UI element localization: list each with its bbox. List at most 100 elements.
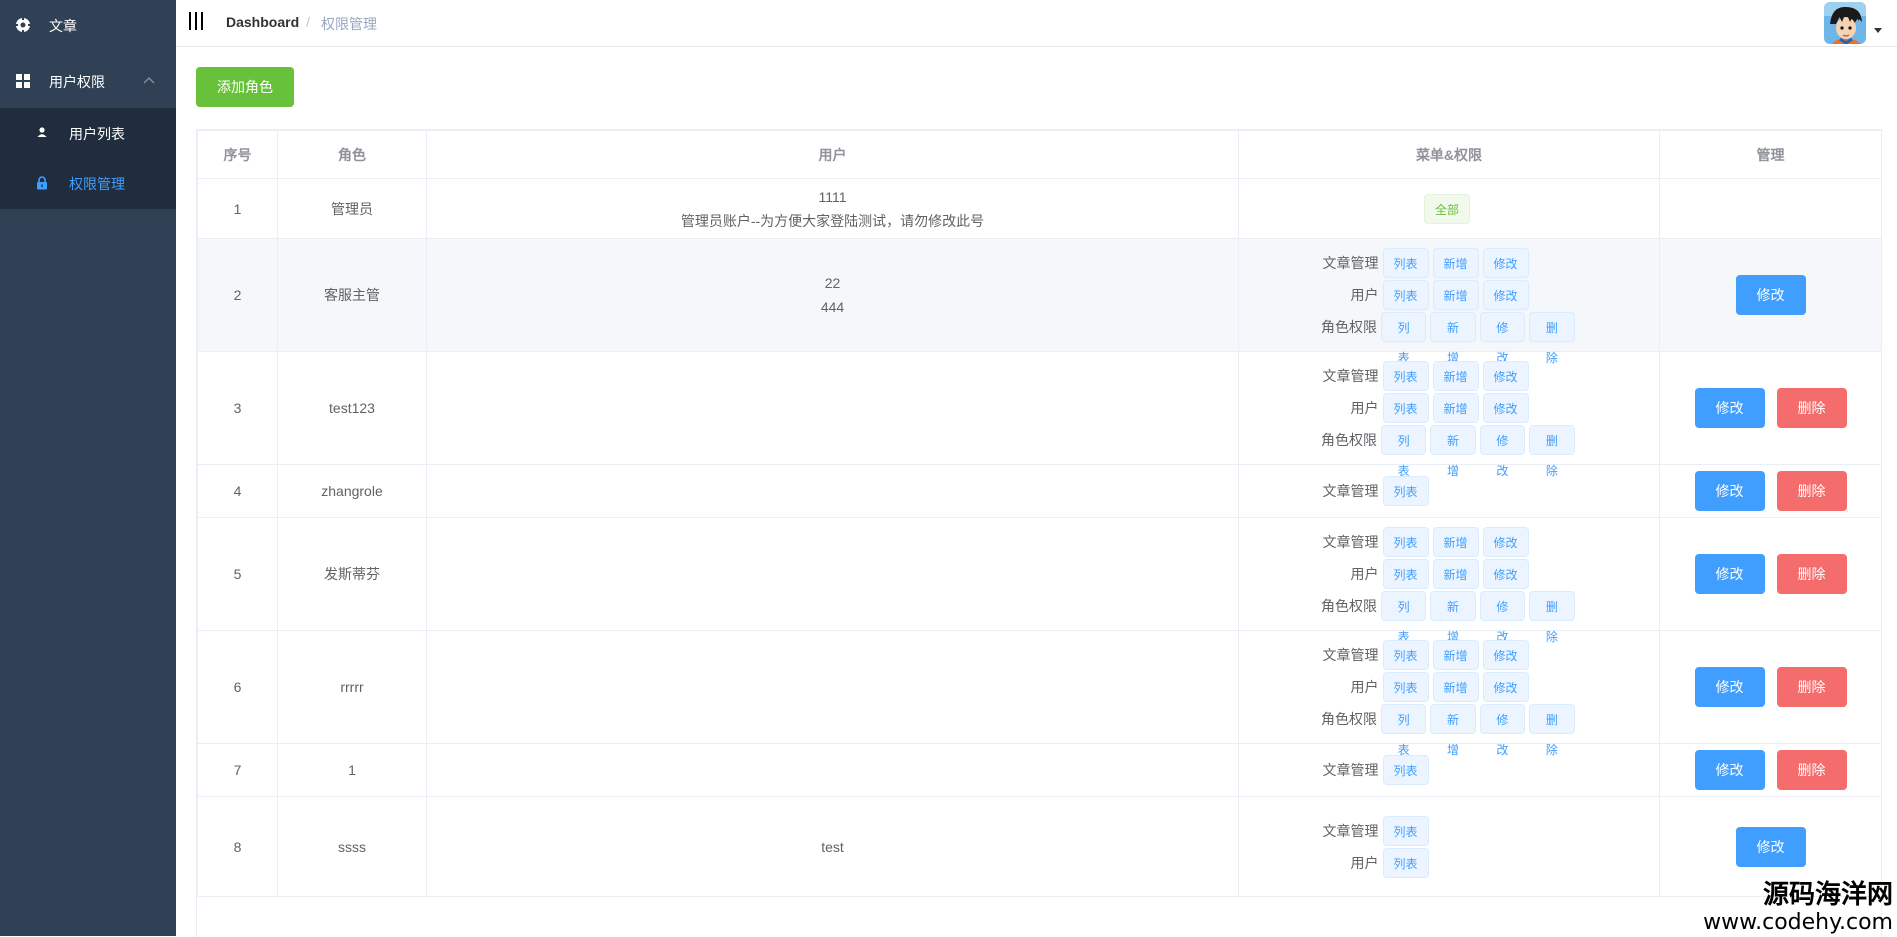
permission-menu-label: 用户 xyxy=(1350,854,1379,871)
row-actions: 修改 删除 xyxy=(1659,743,1881,797)
permission-line: 文章管理 列表 xyxy=(1239,815,1659,847)
row-index: 6 xyxy=(197,630,278,744)
permission-tag: 新增 xyxy=(1432,640,1479,670)
column-header: 用户 xyxy=(426,130,1239,179)
delete-button[interactable]: 删除 xyxy=(1776,471,1847,511)
permission-tag: 列表 xyxy=(1380,425,1427,478)
edit-button[interactable]: 修改 xyxy=(1694,750,1765,790)
permission-menu-label: 角色权限 xyxy=(1320,711,1377,727)
permission-tag: 修改 xyxy=(1482,559,1529,589)
permission-menu-label: 角色权限 xyxy=(1320,432,1377,448)
permission-tag: 新增 xyxy=(1430,704,1476,757)
permission-menu-label: 文章管理 xyxy=(1322,534,1379,550)
sidebar-item-user-permissions[interactable]: 用户权限 xyxy=(0,56,176,106)
permission-menu-label: 用户 xyxy=(1350,287,1379,303)
permission-tag: 修改 xyxy=(1479,591,1526,644)
row-index: 7 xyxy=(197,743,278,797)
permission-line: 角色权限 列表 新增 修改 删除 xyxy=(1239,703,1659,757)
breadcrumb-current: 权限管理 xyxy=(321,16,377,32)
permission-tag: 新增 xyxy=(1430,591,1476,644)
row-actions: 修改 xyxy=(1659,238,1881,352)
permission-tag: 列表 xyxy=(1382,280,1429,310)
table-body: 1 管理员 1111 管理员账户--为方便大家登陆测试，请勿修改此号 全部 2 客服主管 22… xyxy=(197,178,1881,897)
row-users: test xyxy=(426,796,1239,897)
permission-tag: 列表 xyxy=(1382,393,1429,423)
permission-tag: 列表 xyxy=(1380,312,1427,365)
user-icon xyxy=(36,126,48,140)
table-row: 7 1 文章管理 列表 修改 删除 xyxy=(197,743,1881,797)
row-role: rrrrr xyxy=(277,630,427,744)
sidebar-item-label: 用户列表 xyxy=(69,126,125,142)
permission-tag: 修改 xyxy=(1482,280,1529,310)
table-header-row: 序号 角色 用户 菜单&权限 管理 xyxy=(197,130,1881,179)
row-permissions: 文章管理 列表 新增 修改 用户 列表 新增 修改 角色权限 列表 新增 修改 删除 xyxy=(1238,630,1660,757)
add-role-button[interactable]: 添加角色 xyxy=(196,67,294,107)
permission-line: 角色权限 列表 新增 修改 删除 xyxy=(1239,424,1659,478)
edit-button[interactable]: 修改 xyxy=(1694,667,1765,707)
table-row: 5 发斯蒂芬 文章管理 列表 新增 修改 用户 列表 新增 修改 角色权限 列表 新增 修改 删除 修改 删除 xyxy=(197,517,1881,644)
delete-button[interactable]: 删除 xyxy=(1776,667,1847,707)
delete-button[interactable]: 删除 xyxy=(1776,554,1847,594)
permission-line: 文章管理 列表 新增 修改 xyxy=(1239,526,1659,558)
navbar: Dashboard / 权限管理 xyxy=(176,0,1897,47)
permission-tag: 新增 xyxy=(1430,425,1476,478)
breadcrumb-separator: / xyxy=(306,14,310,30)
row-index: 5 xyxy=(197,517,278,631)
column-header: 角色 xyxy=(277,130,427,179)
grid-icon xyxy=(15,73,31,89)
permission-menu-label: 文章管理 xyxy=(1322,762,1379,778)
edit-button[interactable]: 修改 xyxy=(1694,388,1765,428)
row-actions: 修改 删除 xyxy=(1659,517,1881,631)
sidebar-item-user-list[interactable]: 用户列表 xyxy=(0,108,176,158)
permission-menu-label: 角色权限 xyxy=(1320,319,1377,335)
roles-table: 序号 角色 用户 菜单&权限 管理 1 管理员 1111 管理员账户--为方便大家登陆… xyxy=(196,129,1882,937)
table-row: 1 管理员 1111 管理员账户--为方便大家登陆测试，请勿修改此号 全部 xyxy=(197,178,1881,239)
row-permissions: 文章管理 列表用户 列表 xyxy=(1238,796,1660,897)
row-permissions: 全部 xyxy=(1238,178,1660,239)
permission-tag: 列表 xyxy=(1382,847,1429,878)
row-permissions: 文章管理 列表 新增 修改 用户 列表 新增 修改 角色权限 列表 新增 修改 删除 xyxy=(1238,351,1660,478)
sidebar-item-label: 文章 xyxy=(49,18,77,34)
permission-menu-label: 用户 xyxy=(1350,679,1379,695)
permission-tag: 列表 xyxy=(1382,476,1429,506)
permission-tag: 列表 xyxy=(1382,640,1429,670)
permission-tag: 删除 xyxy=(1529,704,1575,757)
user-entry: 444 xyxy=(820,299,845,315)
row-users xyxy=(426,743,1239,797)
table-row: 3 test123 文章管理 列表 新增 修改 用户 列表 新增 修改 角色权限 列表 新增 修改 删除 修改… xyxy=(197,351,1881,478)
permission-tag: 列表 xyxy=(1382,755,1429,785)
sidebar: 文章 用户权限 用户列表 权限管理 xyxy=(0,0,176,936)
table-row: 8 ssss test 文章管理 列表 用户 列表 修改 xyxy=(197,796,1881,897)
row-users xyxy=(426,351,1239,465)
edit-button[interactable]: 修改 xyxy=(1735,826,1806,867)
edit-button[interactable]: 修改 xyxy=(1694,554,1765,594)
permission-line: 文章管理 列表 新增 修改 xyxy=(1239,360,1659,392)
watermark-line: 源码海洋网 xyxy=(1762,880,1893,910)
sidebar-item-article[interactable]: 文章 xyxy=(0,0,176,50)
delete-button[interactable]: 删除 xyxy=(1776,750,1847,790)
sidebar-item-permission-management[interactable]: 权限管理 xyxy=(0,158,176,208)
row-role: 1 xyxy=(277,743,427,797)
permission-tag: 修改 xyxy=(1482,248,1529,278)
caret-down-icon[interactable] xyxy=(1874,28,1882,33)
user-entry: 1111 xyxy=(818,188,847,205)
permission-menu-label: 用户 xyxy=(1350,400,1379,416)
row-users xyxy=(426,630,1239,744)
lock-icon xyxy=(36,176,48,190)
permission-tag: 列表 xyxy=(1380,704,1427,757)
edit-button[interactable]: 修改 xyxy=(1735,275,1806,315)
permission-menu-label: 文章管理 xyxy=(1322,822,1379,839)
hamburger-icon[interactable] xyxy=(188,12,204,30)
breadcrumb-home[interactable]: Dashboard xyxy=(226,14,299,30)
edit-button[interactable]: 修改 xyxy=(1694,471,1765,511)
table-row: 4 zhangrole 文章管理 列表 修改 删除 xyxy=(197,464,1881,518)
watermark: 源码海洋网 www.codehy.com xyxy=(1693,880,1893,936)
permission-line: 角色权限 列表 新增 修改 删除 xyxy=(1239,311,1659,365)
row-actions: 修改 删除 xyxy=(1659,464,1881,518)
permission-line: 用户 列表 新增 修改 xyxy=(1239,279,1659,311)
avatar[interactable] xyxy=(1824,2,1866,44)
permission-tag: 修改 xyxy=(1479,704,1526,757)
permission-menu-label: 文章管理 xyxy=(1322,255,1379,271)
delete-button[interactable]: 删除 xyxy=(1776,388,1847,428)
user-entry: 22 xyxy=(824,275,841,291)
